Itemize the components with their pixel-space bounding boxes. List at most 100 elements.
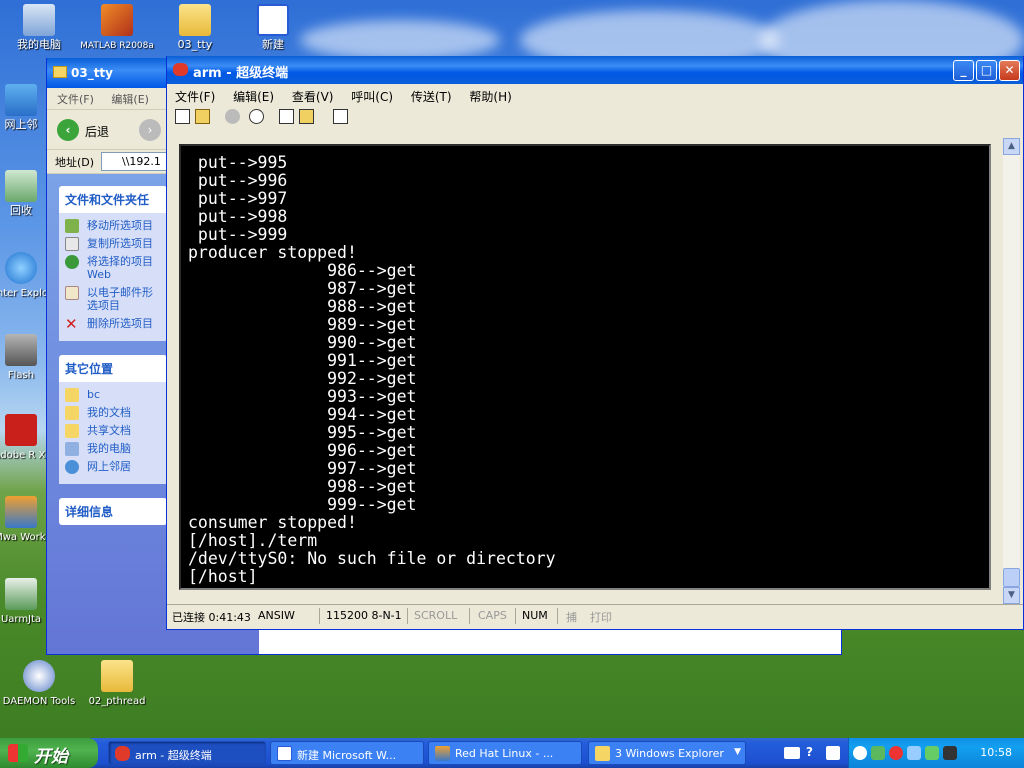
menu-edit[interactable]: 编辑(E)	[111, 93, 149, 106]
terminal-screen[interactable]: put-->995 put-->996 put-->997 put-->998 …	[179, 144, 991, 590]
computer-icon	[23, 4, 55, 36]
back-arrow-icon[interactable]: ‹	[57, 119, 79, 141]
desktop-icon-label: 03_tty	[177, 38, 213, 51]
desktop-icon-label: 新建	[262, 38, 284, 51]
tray-update-icon[interactable]	[925, 746, 939, 760]
tray-network-icon[interactable]	[907, 746, 921, 760]
close-button[interactable]: ✕	[999, 60, 1020, 81]
explorer-title: 03_tty	[71, 66, 113, 80]
desktop-icon-label: Inter Explo	[0, 288, 49, 299]
forward-arrow-icon[interactable]: ›	[139, 119, 161, 141]
status-num: NUM	[515, 608, 551, 624]
status-emulation: ANSIW	[258, 609, 295, 622]
daemon-tools-icon	[23, 660, 55, 692]
menu-file[interactable]: 文件(F)	[57, 93, 94, 106]
other-places-panel: 其它位置 bc 我的文档 共享文档 我的电脑 网上邻居	[59, 355, 167, 484]
taskbar-button-explorer-group[interactable]: 3 Windows Explorer ▼	[588, 741, 746, 765]
place-shared-documents[interactable]: 共享文档	[65, 424, 167, 438]
place-bc[interactable]: bc	[65, 388, 167, 402]
taskbar-button-vmware[interactable]: Red Hat Linux - ...	[428, 741, 582, 765]
file-tasks-panel: 文件和文件夹任 移动所选项目 复制所选项目 将选择的项目 Web 以电子邮件形 …	[59, 186, 167, 341]
details-heading[interactable]: 详细信息	[59, 498, 167, 525]
language-icon[interactable]	[826, 746, 840, 760]
desktop-icon-matlab[interactable]: MATLAB R2008a	[80, 4, 154, 52]
task-move[interactable]: 移动所选项目	[65, 219, 167, 233]
word-doc-icon	[257, 4, 289, 36]
taskbar-button-hyperterminal[interactable]: arm - 超级终端	[108, 741, 266, 765]
network-icon	[65, 460, 79, 474]
terminal-titlebar[interactable]: arm - 超级终端 _ □ ✕	[167, 56, 1023, 84]
folder-icon	[101, 660, 133, 692]
new-file-icon[interactable]	[175, 109, 190, 124]
desktop-icon-03-tty[interactable]: 03_tty	[158, 4, 232, 51]
adobe-reader-icon	[5, 414, 37, 446]
status-connected: 已连接 0:41:43	[172, 611, 251, 624]
network-icon	[5, 84, 37, 116]
disconnect-icon[interactable]	[249, 109, 264, 124]
terminal-menubar: 文件(F) 编辑(E) 查看(V) 呼叫(C) 传送(T) 帮助(H)	[167, 84, 1023, 106]
desktop-icon-label: DAEMON Tools	[2, 696, 76, 707]
task-copy[interactable]: 复制所选项目	[65, 237, 167, 251]
task-email[interactable]: 以电子邮件形 选项目	[65, 286, 167, 312]
email-icon	[65, 286, 79, 300]
open-folder-icon[interactable]	[195, 109, 210, 124]
move-icon	[65, 219, 79, 233]
file-tasks-heading[interactable]: 文件和文件夹任	[59, 186, 167, 213]
desktop-icon-my-computer[interactable]: 我的电脑	[2, 4, 76, 51]
security-alert-icon[interactable]	[889, 746, 903, 760]
minimize-button[interactable]: _	[953, 60, 974, 81]
clock[interactable]: 10:58	[980, 746, 1012, 759]
keyboard-icon[interactable]	[784, 747, 800, 759]
scroll-up-arrow-icon[interactable]: ▲	[1003, 138, 1020, 155]
scrollbar-thumb[interactable]	[1003, 568, 1020, 587]
shared-folder-icon	[65, 424, 79, 438]
maximize-button[interactable]: □	[976, 60, 997, 81]
desktop-icon-label: Flash	[7, 370, 35, 381]
explorer-file-area[interactable]	[259, 630, 841, 654]
recycle-bin-icon	[5, 170, 37, 202]
place-my-documents[interactable]: 我的文档	[65, 406, 167, 420]
phone-call-icon[interactable]	[225, 109, 240, 124]
desktop-icon-02-pthread[interactable]: 02_pthread	[80, 660, 154, 708]
task-publish-web[interactable]: 将选择的项目 Web	[65, 255, 167, 281]
hyperterminal-icon	[115, 746, 130, 761]
menu-transfer[interactable]: 传送(T)	[411, 90, 452, 104]
help-icon[interactable]: ?	[806, 745, 820, 761]
desktop-icon-daemon-tools[interactable]: DAEMON Tools	[2, 660, 76, 708]
menu-help[interactable]: 帮助(H)	[469, 90, 511, 104]
address-label: 地址(D)	[55, 156, 95, 169]
receive-file-icon[interactable]	[299, 109, 314, 124]
menu-file[interactable]: 文件(F)	[175, 90, 215, 104]
address-value: \\192.1	[122, 155, 161, 168]
start-button[interactable]: 开始	[0, 738, 98, 768]
my-documents-icon	[65, 406, 79, 420]
desktop-icon-label: 回收	[10, 204, 32, 217]
tray-expand-icon[interactable]	[853, 746, 867, 760]
place-my-computer[interactable]: 我的电脑	[65, 442, 167, 456]
task-delete[interactable]: ✕ 删除所选项目	[65, 315, 167, 333]
folder-icon	[53, 66, 67, 78]
vertical-scrollbar[interactable]: ▲ ▼	[1003, 138, 1020, 604]
menu-view[interactable]: 查看(V)	[292, 90, 334, 104]
place-network[interactable]: 网上邻居	[65, 460, 167, 474]
status-caps: CAPS	[469, 608, 510, 624]
menu-edit[interactable]: 编辑(E)	[233, 90, 274, 104]
taskbar-button-word[interactable]: 新建 Microsoft W...	[270, 741, 424, 765]
menu-call[interactable]: 呼叫(C)	[351, 90, 393, 104]
chevron-down-icon: ▼	[734, 747, 741, 757]
scroll-down-arrow-icon[interactable]: ▼	[1003, 587, 1020, 604]
hyperterminal-window[interactable]: arm - 超级终端 _ □ ✕ 文件(F) 编辑(E) 查看(V) 呼叫(C)…	[166, 56, 1024, 630]
copy-icon	[65, 237, 79, 251]
folder-icon	[179, 4, 211, 36]
status-port: 115200 8-N-1	[319, 608, 405, 624]
desktop-icon-new-doc[interactable]: 新建	[236, 4, 310, 51]
other-places-heading[interactable]: 其它位置	[59, 355, 167, 382]
tray-monitor-icon[interactable]	[943, 746, 957, 760]
tray-app-icon[interactable]	[871, 746, 885, 760]
folder-icon	[595, 746, 610, 761]
properties-icon[interactable]	[333, 109, 348, 124]
back-button-label[interactable]: 后退	[85, 123, 109, 140]
desktop-icon-label: 我的电脑	[17, 38, 61, 51]
delete-x-icon: ✕	[65, 315, 78, 333]
send-file-icon[interactable]	[279, 109, 294, 124]
